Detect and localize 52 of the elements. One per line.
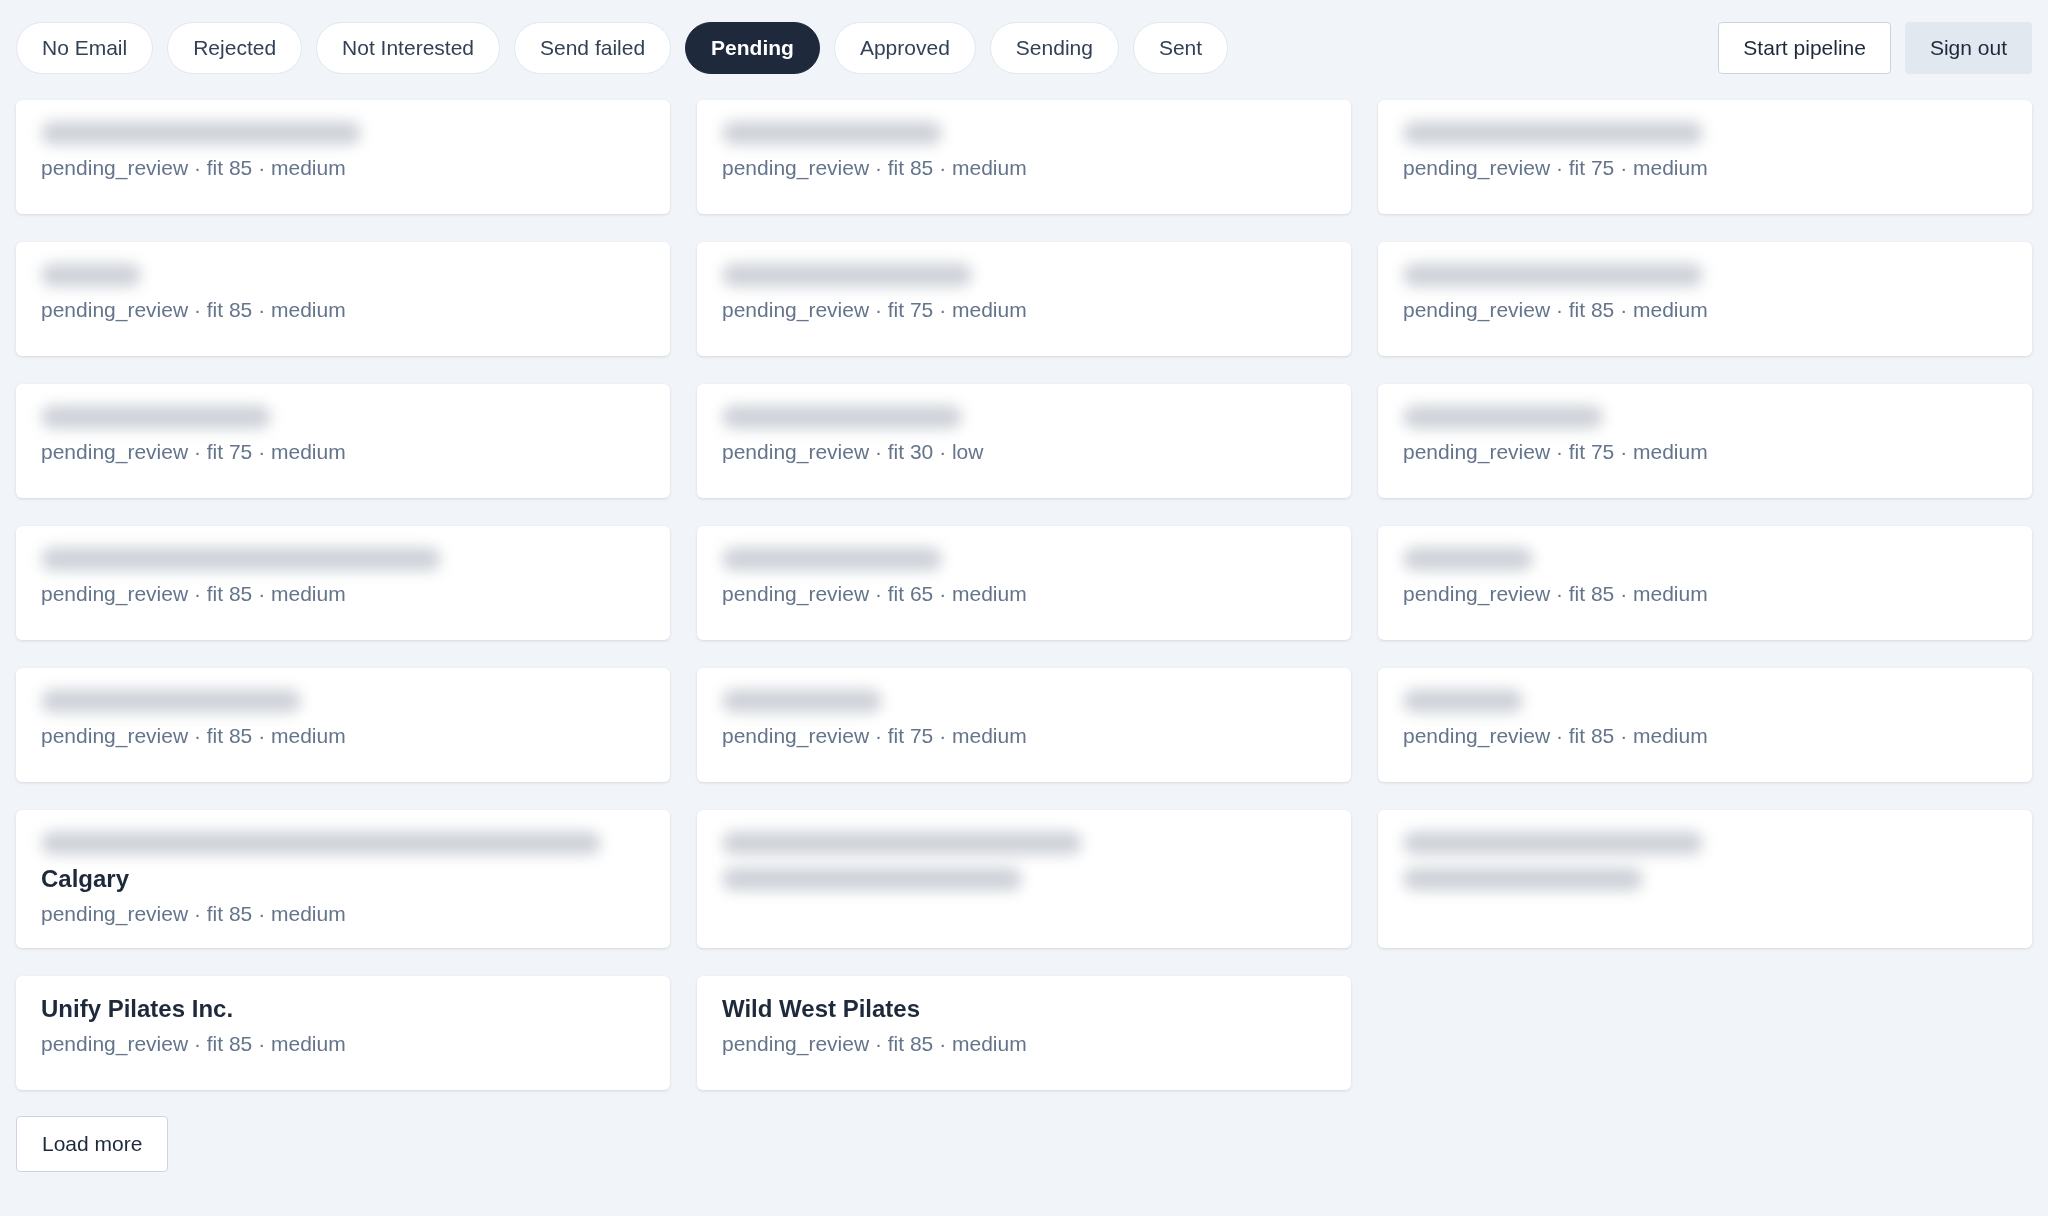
card-subtitle: pending_review · fit 85 · medium	[722, 1031, 1028, 1058]
card-title: Unify Pilates Inc.	[41, 994, 235, 1024]
lead-card[interactable]: pending_review · fit 85 · medium	[1378, 668, 2032, 782]
card-subtitle: pending_review · fit 75 · medium	[722, 723, 1028, 750]
card-subtitle: pending_review · fit 85 · medium	[41, 901, 347, 928]
card-subtitle: pending_review · fit 85 · medium	[1403, 581, 1709, 608]
lead-card[interactable]: pending_review · fit 65 · medium	[697, 526, 1351, 640]
lead-card[interactable]	[1378, 810, 2032, 948]
filter-tab[interactable]: No Email	[16, 22, 154, 74]
filter-tab[interactable]: Not Interested	[316, 22, 500, 74]
card-subtitle: pending_review · fit 85 · medium	[1403, 723, 1709, 750]
start-button[interactable]: Start pipeline	[1718, 22, 1891, 74]
lead-card[interactable]: Calgary pending_review · fit 85 · medium	[16, 810, 670, 948]
lead-card[interactable]: pending_review · fit 75 · medium	[697, 668, 1351, 782]
lead-card[interactable]: pending_review · fit 85 · medium	[697, 100, 1351, 214]
lead-card[interactable]: pending_review · fit 75 · medium	[1378, 100, 2032, 214]
lead-card[interactable]: Unify Pilates Inc. pending_review · fit 85 · medium	[16, 976, 670, 1090]
card-subtitle: pending_review · fit 75 · medium	[41, 439, 347, 466]
card-subtitle: pending_review · fit 75 · medium	[1403, 155, 1709, 182]
load-more-button[interactable]: Load more	[16, 1116, 169, 1172]
card-subtitle: pending_review · fit 85 · medium	[41, 581, 347, 608]
filter-tab[interactable]: Sent	[1132, 22, 1229, 74]
card-subtitle: pending_review · fit 75 · medium	[1403, 439, 1709, 466]
filter-tab[interactable]: Send failed	[514, 22, 672, 74]
lead-card[interactable]: pending_review · fit 75 · medium	[697, 242, 1351, 356]
card-subtitle: pending_review · fit 85 · medium	[41, 723, 347, 750]
lead-card[interactable]: pending_review · fit 85 · medium	[1378, 526, 2032, 640]
lead-card[interactable]: pending_review · fit 30 · low	[697, 384, 1351, 498]
lead-card[interactable]: pending_review · fit 85 · medium	[1378, 242, 2032, 356]
card-subtitle: pending_review · fit 85 · medium	[41, 297, 347, 324]
lead-card[interactable]: pending_review · fit 75 · medium	[1378, 384, 2032, 498]
lead-card[interactable]: pending_review · fit 75 · medium	[16, 384, 670, 498]
card-subtitle: pending_review · fit 85 · medium	[41, 155, 347, 182]
filter-tab[interactable]: Pending	[685, 22, 820, 74]
card-subtitle: pending_review · fit 85 · medium	[41, 1031, 347, 1058]
lead-card[interactable]: pending_review · fit 85 · medium	[16, 526, 670, 640]
filter-tab[interactable]: Sending	[989, 22, 1119, 74]
sign-out-button[interactable]: Sign out	[1904, 22, 2032, 74]
lead-card[interactable]: pending_review · fit 85 · medium	[16, 100, 670, 214]
lead-card[interactable]	[697, 810, 1351, 948]
card-subtitle: pending_review · fit 85 · medium	[1403, 297, 1709, 324]
card-subtitle: pending_review · fit 85 · medium	[722, 155, 1028, 182]
card-title: Wild West Pilates	[722, 994, 922, 1024]
lead-card[interactable]: Wild West Pilates pending_review · fit 85 · medium	[697, 976, 1351, 1090]
filter-tab[interactable]: Approved	[833, 22, 976, 74]
card-title: Calgary	[41, 864, 131, 894]
lead-card[interactable]: pending_review · fit 85 · medium	[16, 242, 670, 356]
lead-card[interactable]: pending_review · fit 85 · medium	[16, 668, 670, 782]
card-subtitle: pending_review · fit 65 · medium	[722, 581, 1028, 608]
card-subtitle: pending_review · fit 30 · low	[722, 439, 985, 466]
card-subtitle: pending_review · fit 75 · medium	[722, 297, 1028, 324]
filter-tab[interactable]: Rejected	[167, 22, 303, 74]
